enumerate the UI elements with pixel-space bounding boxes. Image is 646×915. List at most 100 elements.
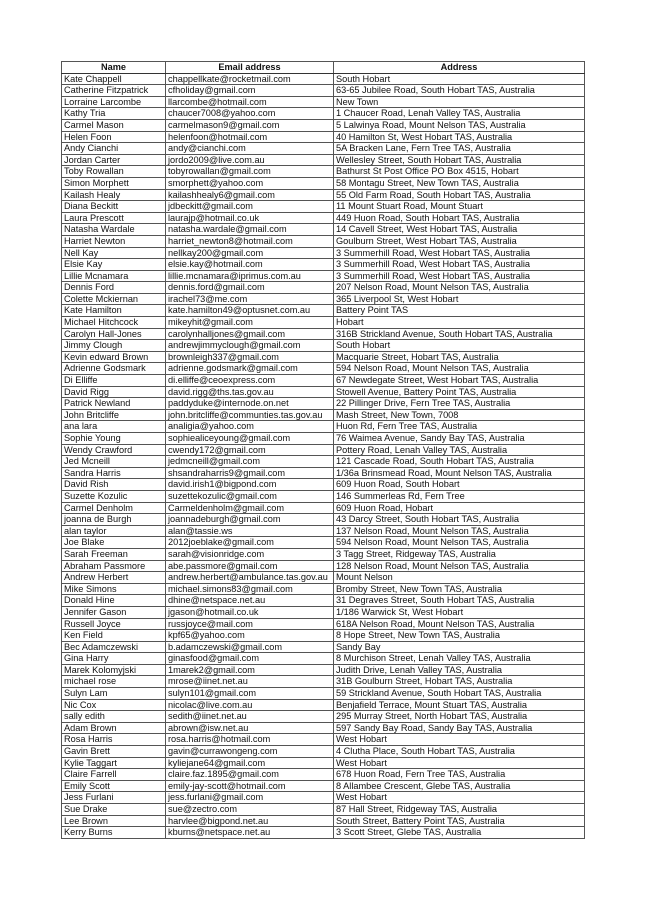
cell-name: Jed Mcneill bbox=[61, 455, 166, 468]
cell-address: Wellesley Street, South Hobart TAS, Aust… bbox=[333, 153, 585, 167]
cell-name: Kailash Healy bbox=[61, 188, 166, 202]
cell-address: Battery Point TAS bbox=[333, 304, 585, 318]
table-row: Diana Beckitt jdbeckitt@gmail.com 11 Mount… bbox=[61, 200, 585, 213]
cell-email: brownleigh337@gmail.com bbox=[165, 350, 334, 364]
table-row: Michael Hitchcock mikeyhit@gmail.com Hobar… bbox=[61, 316, 585, 329]
cell-address: Goulburn Street, West Hobart TAS, Austra… bbox=[333, 234, 585, 248]
cell-name: Andy Cianchi bbox=[61, 142, 166, 155]
table-row: David Rish david.irish1@bigpond.com 609 Hu… bbox=[61, 478, 585, 491]
table-row: Kathy Tria chaucer7008@yahoo.com 1 Chaucer… bbox=[61, 107, 585, 120]
cell-email: analigia@yahoo.com bbox=[165, 420, 334, 433]
cell-name: Gavin Brett bbox=[61, 745, 166, 758]
cell-email: dhine@netspace.net.au bbox=[165, 594, 334, 607]
cell-address: 55 Old Farm Road, South Hobart TAS, Aust… bbox=[333, 188, 585, 202]
cell-address: 128 Nelson Road, Mount Nelson TAS, Austr… bbox=[333, 559, 585, 573]
cell-email: joannadeburgh@gmail.com bbox=[165, 513, 334, 526]
cell-address: 76 Waimea Avenue, Sandy Bay TAS, Austral… bbox=[333, 432, 585, 445]
cell-name: Mike Simons bbox=[61, 582, 166, 596]
cell-email: dennis.ford@gmail.com bbox=[165, 281, 334, 294]
cell-email: russjoyce@mail.com bbox=[165, 617, 334, 631]
cell-email: alan@tassie.ws bbox=[165, 524, 334, 538]
table-row: Jed Mcneill jedmcneill@gmail.com 121 Casca… bbox=[61, 455, 585, 468]
cell-email: nellkay200@gmail.com bbox=[165, 246, 334, 260]
table-row: Toby Rowallan tobyrowallan@gmail.com Bathu… bbox=[61, 165, 585, 178]
cell-name: Sandra Harris bbox=[61, 466, 166, 480]
cell-email: rosa.harris@hotmail.com bbox=[165, 733, 334, 747]
cell-email: sarah@visionridge.com bbox=[165, 547, 334, 561]
cell-address: South Hobart bbox=[333, 339, 585, 352]
cell-email: smorphett@yahoo.com bbox=[165, 176, 334, 190]
cell-address: 4 Clutha Place, South Hobart TAS, Austra… bbox=[333, 745, 585, 758]
cell-name: Elsie Kay bbox=[61, 258, 166, 271]
cell-address: 3 Summerhill Road, West Hobart TAS, Aust… bbox=[333, 258, 585, 271]
cell-name: Bec Adamczewski bbox=[61, 640, 166, 654]
cell-name: Gina Harry bbox=[61, 652, 166, 665]
cell-email: chaucer7008@yahoo.com bbox=[165, 107, 334, 120]
cell-name: michael rose bbox=[61, 675, 166, 689]
cell-name: Laura Prescott bbox=[61, 211, 166, 225]
cell-email: abrown@isw.net.au bbox=[165, 721, 334, 735]
cell-name: joanna de Burgh bbox=[61, 513, 166, 526]
table-row: Kevin edward Brown brownleigh337@gmail.co… bbox=[61, 350, 585, 364]
cell-name: Patrick Newland bbox=[61, 397, 166, 410]
table-row: Emily Scott emily-jay-scott@hotmail.com 8 … bbox=[61, 779, 585, 793]
table-row: Carolyn Hall-Jones carolynhalljones@gmail… bbox=[61, 327, 585, 341]
table-row: Simon Morphett smorphett@yahoo.com 58 Mont… bbox=[61, 176, 585, 190]
table-row: Carmel Mason carmelmason9@gmail.com 5 Lalw… bbox=[61, 118, 585, 132]
table-row: Gavin Brett gavin@currawongeng.com 4 Cluth… bbox=[61, 745, 585, 758]
cell-address: 609 Huon Road, South Hobart bbox=[333, 478, 585, 491]
table-row: Jordan Carter jordo2009@live.com.au Welles… bbox=[61, 153, 585, 167]
table-row: Mike Simons michael.simons83@gmail.com Bro… bbox=[61, 582, 585, 596]
cell-name: Russell Joyce bbox=[61, 617, 166, 631]
cell-email: ginasfood@gmail.com bbox=[165, 652, 334, 665]
cell-address: 594 Nelson Road, Mount Nelson TAS, Austr… bbox=[333, 536, 585, 549]
cell-name: Kate Hamilton bbox=[61, 304, 166, 318]
cell-address: 1/186 Warwick St, West Hobart bbox=[333, 605, 585, 619]
table-row: Sarah Freeman sarah@visionridge.com 3 Tagg… bbox=[61, 547, 585, 561]
cell-email: shsandraharris9@gmail.com bbox=[165, 466, 334, 480]
table-row: Jennifer Gason jgason@hotmail.co.uk 1/186 … bbox=[61, 605, 585, 619]
cell-address: Hobart bbox=[333, 316, 585, 329]
cell-name: Sophie Young bbox=[61, 432, 166, 445]
table-row: Andy Cianchi andy@cianchi.com 5A Bracken L… bbox=[61, 142, 585, 155]
cell-address: 87 Hall Street, Ridgeway TAS, Australia bbox=[333, 803, 585, 816]
cell-email: helenfoon@hotmail.com bbox=[165, 130, 334, 144]
cell-address: West Hobart bbox=[333, 756, 585, 770]
cell-email: harvlee@bigpond.net.au bbox=[165, 814, 334, 828]
cell-name: Marek Kolomyjski bbox=[61, 663, 166, 677]
cell-email: michael.simons83@gmail.com bbox=[165, 582, 334, 596]
cell-name: Kate Chappell bbox=[61, 72, 166, 86]
table-row: Sandra Harris shsandraharris9@gmail.com 1/… bbox=[61, 466, 585, 480]
cell-address: 67 Newdegate Street, West Hobart TAS, Au… bbox=[333, 374, 585, 387]
cell-name: Lee Brown bbox=[61, 814, 166, 828]
cell-name: Kathy Tria bbox=[61, 107, 166, 120]
cell-name: Adrienne Godsmark bbox=[61, 362, 166, 376]
table-row: David Rigg david.rigg@ths.tas.gov.au Stowe… bbox=[61, 385, 585, 399]
cell-name: Rosa Harris bbox=[61, 733, 166, 747]
table-row: Colette Mckiernan irachel73@me.com 365 Liv… bbox=[61, 292, 585, 306]
cell-name: Diana Beckitt bbox=[61, 200, 166, 213]
cell-name: Kerry Burns bbox=[61, 826, 166, 839]
cell-name: Wendy Crawford bbox=[61, 443, 166, 457]
cell-address: Huon Rd, Fern Tree TAS, Australia bbox=[333, 420, 585, 433]
cell-email: david.rigg@ths.tas.gov.au bbox=[165, 385, 334, 399]
cell-name: Abraham Passmore bbox=[61, 559, 166, 573]
table-row: Marek Kolomyjski 1marek2@gmail.com Judith … bbox=[61, 663, 585, 677]
cell-name: Dennis Ford bbox=[61, 281, 166, 294]
cell-email: elsie.kay@hotmail.com bbox=[165, 258, 334, 271]
table-row: Sue Drake sue@zectro.com 87 Hall Street, R… bbox=[61, 803, 585, 816]
cell-address: 3 Summerhill Road, West Hobart TAS, Aust… bbox=[333, 269, 585, 283]
table-row: Joe Blake 2012joeblake@gmail.com 594 Nelso… bbox=[61, 536, 585, 549]
cell-email: john.britcliffe@communties.tas.gov.au bbox=[165, 408, 334, 422]
table-row: Claire Farrell claire.faz.1895@gmail.com 6… bbox=[61, 768, 585, 781]
cell-address: South Street, Battery Point TAS, Austral… bbox=[333, 814, 585, 828]
cell-email: carmelmason9@gmail.com bbox=[165, 118, 334, 132]
cell-address: 31B Goulburn Street, Hobart TAS, Austral… bbox=[333, 675, 585, 689]
cell-email: gavin@currawongeng.com bbox=[165, 745, 334, 758]
table-row: Kailash Healy kailashhealy6@gmail.com 55 O… bbox=[61, 188, 585, 202]
cell-email: adrienne.godsmark@gmail.com bbox=[165, 362, 334, 376]
cell-email: sedith@iinet.net.au bbox=[165, 710, 334, 723]
table-row: Di Elliffe di.elliffe@ceoexpress.com 67 Ne… bbox=[61, 374, 585, 387]
cell-name: Claire Farrell bbox=[61, 768, 166, 781]
cell-address: 63-65 Jubilee Road, South Hobart TAS, Au… bbox=[333, 84, 585, 97]
